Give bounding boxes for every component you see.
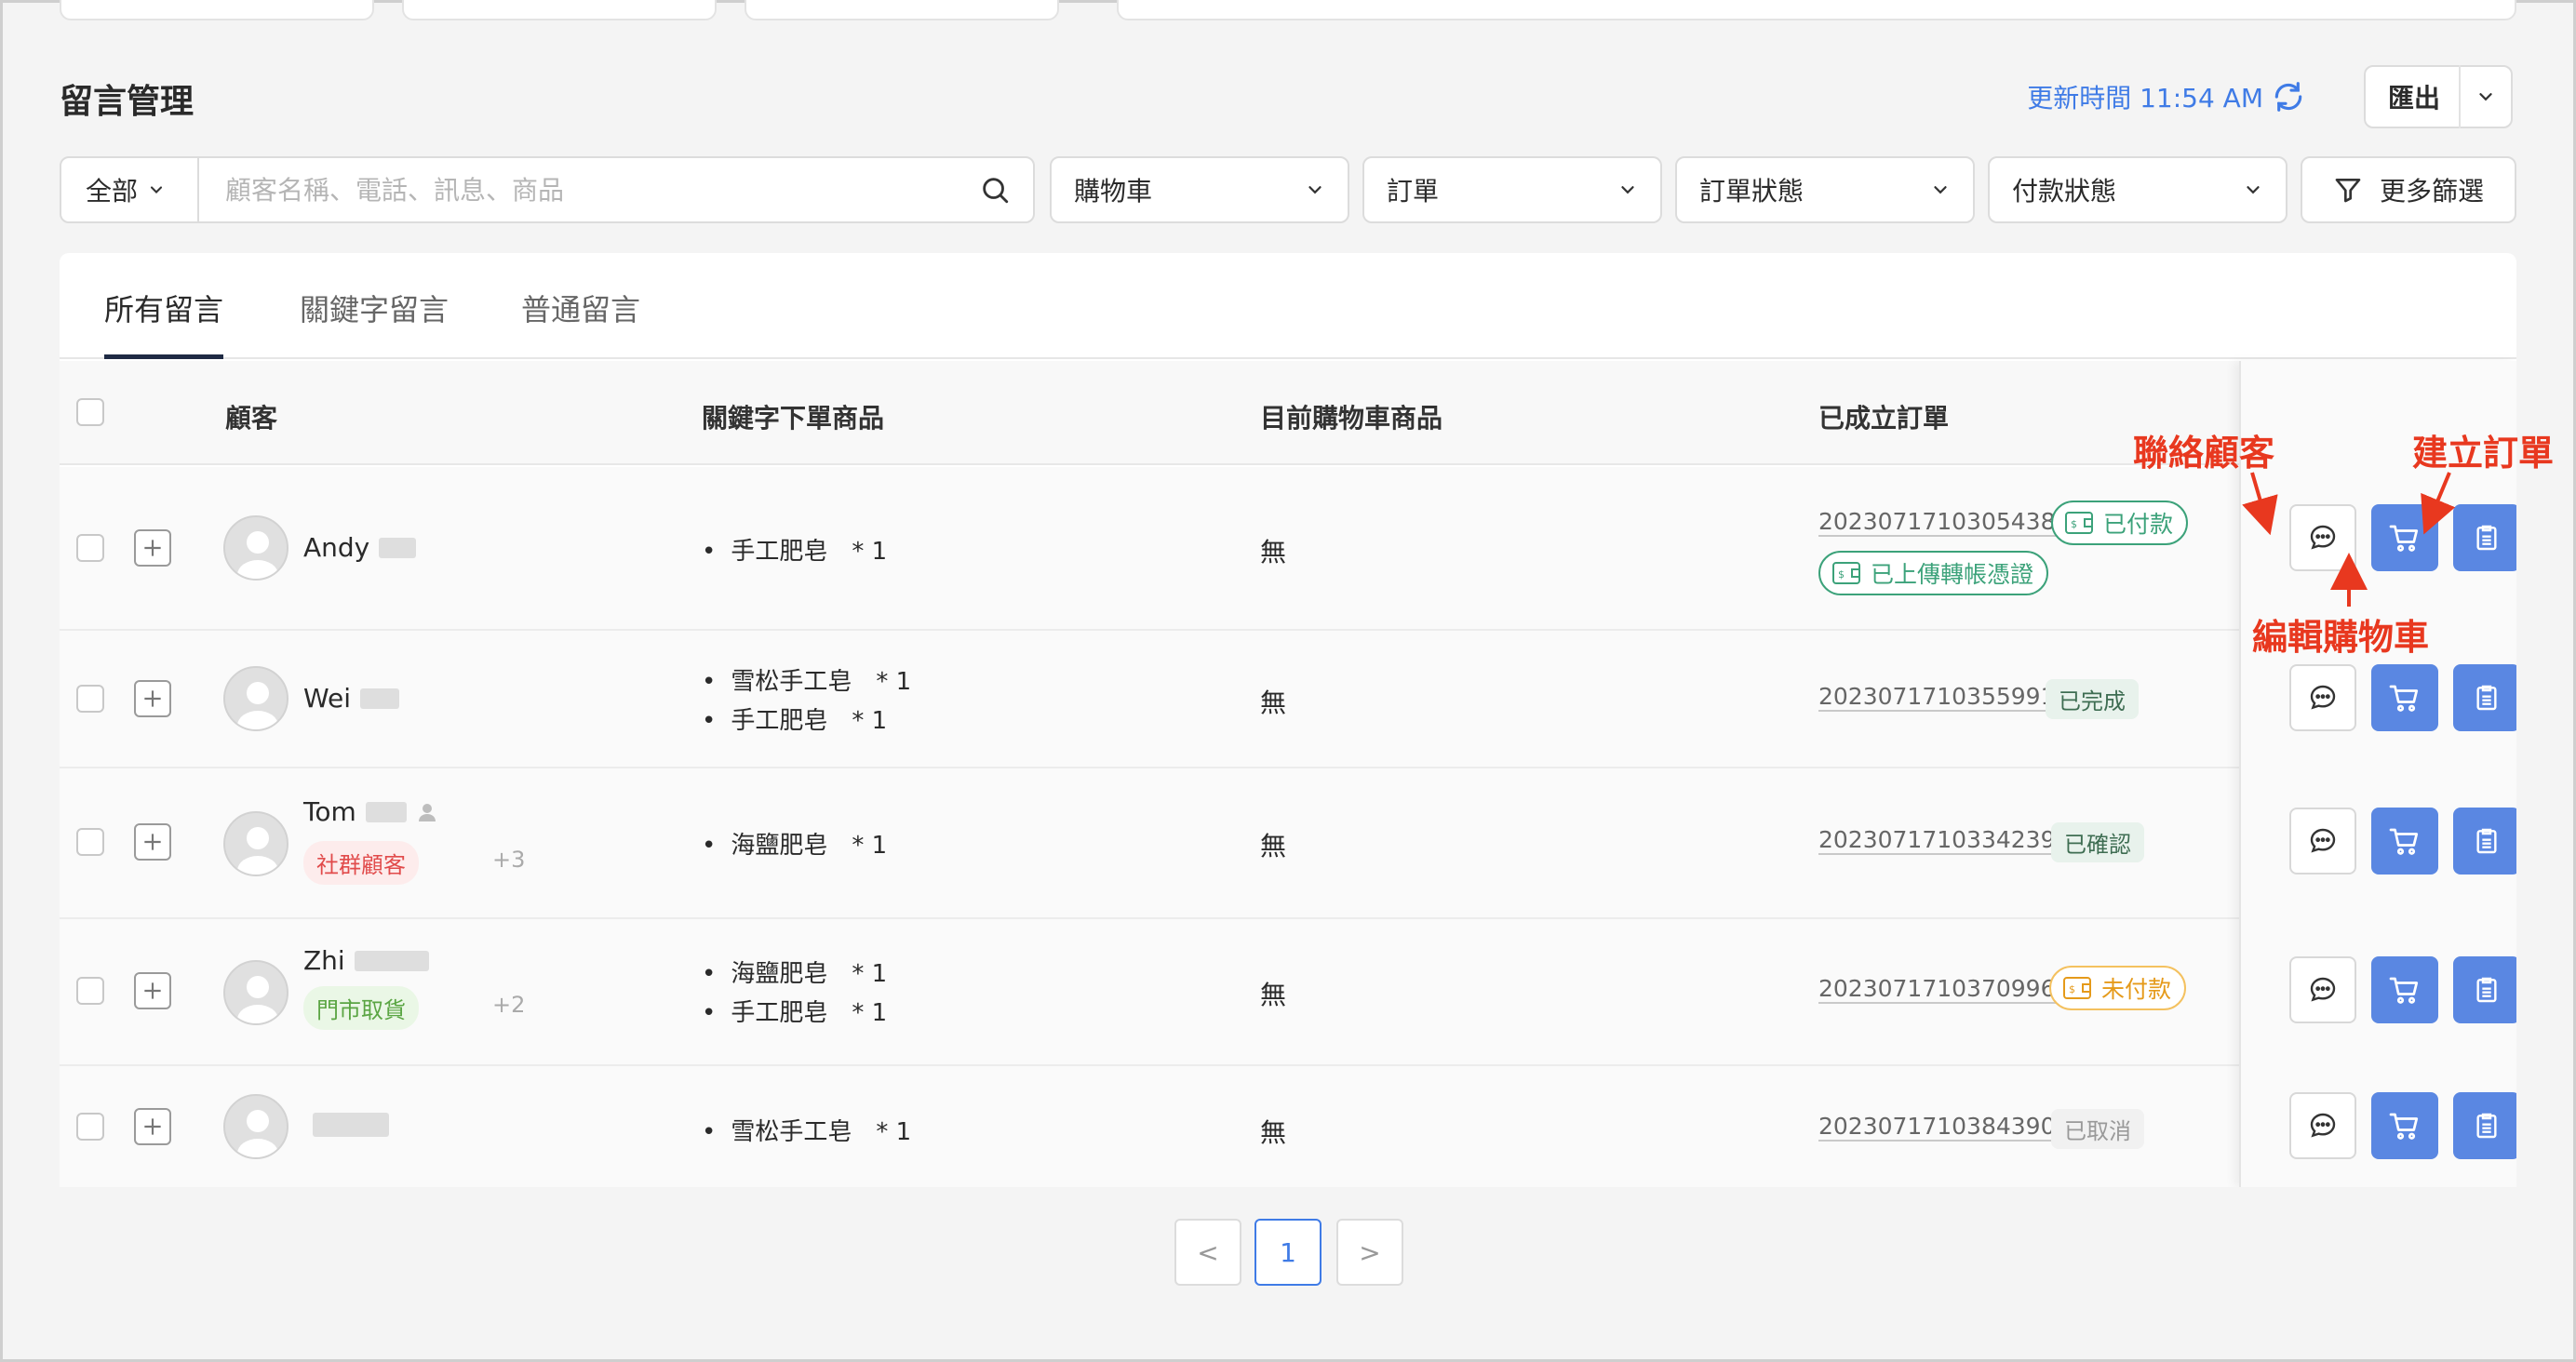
pagination-prev-button[interactable]: < [1174,1219,1241,1286]
pagination-page-button[interactable]: 1 [1254,1219,1322,1286]
annotation-arrows [2242,472,2456,607]
pagination-next-button[interactable]: > [1336,1219,1403,1286]
